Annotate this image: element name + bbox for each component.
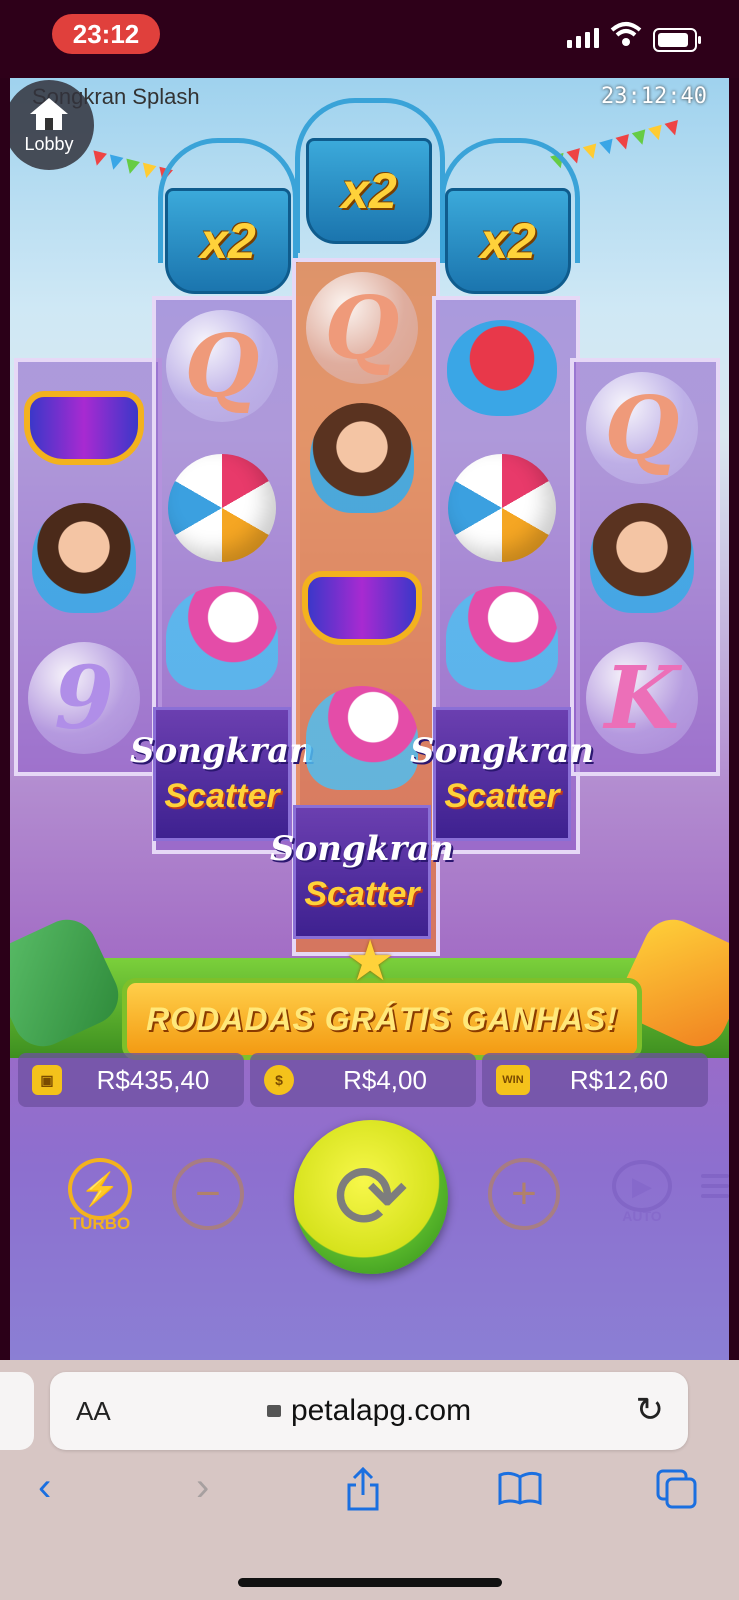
game-canvas[interactable]: Songkran Splash 23:12:40 Lobby x2 x2 x2 … (10, 78, 729, 1360)
symbol-beach-ball (162, 448, 282, 568)
win-display: WIN R$12,60 (482, 1053, 708, 1107)
minus-icon: − (195, 1169, 221, 1218)
symbol-unicorn-float (442, 578, 562, 698)
wifi-icon (610, 22, 642, 46)
plus-icon: + (511, 1169, 537, 1218)
balance-value: R$435,40 (96, 1064, 210, 1095)
scatter-label: Scatter (304, 874, 420, 913)
scatter-title: Songkran (130, 730, 314, 771)
lobby-button[interactable]: Lobby (10, 80, 94, 170)
browser-toolbar: AA petalapg.com ↻ ‹ › (0, 1360, 739, 1600)
play-icon: ▶ (612, 1160, 672, 1212)
symbol-scatter: Songkran Scatter (130, 707, 314, 841)
symbol-bubble-k: K (582, 638, 702, 758)
symbol-bubble-q: Q (582, 368, 702, 488)
symbol-beach-ball (442, 448, 562, 568)
turbo-label: TURBO (69, 1214, 131, 1233)
lobby-label: Lobby (24, 133, 74, 154)
multiplier-bucket: x2 (165, 188, 291, 294)
increase-bet-button[interactable]: + (488, 1158, 560, 1230)
forward-icon[interactable]: › (196, 1465, 209, 1510)
scatter-label: Scatter (444, 776, 560, 815)
symbol-girl-winking (582, 498, 702, 618)
multiplier-bucket: x2 (445, 188, 571, 294)
home-icon (30, 97, 68, 130)
symbol-letter: Q (324, 277, 400, 379)
auto-spin-button[interactable]: ▶ AUTO (610, 1160, 674, 1224)
multiplier-value: x2 (200, 213, 256, 269)
browser-nav-row: ‹ › (0, 1465, 739, 1525)
battery-icon (653, 28, 701, 52)
symbol-scatter: Songkran Scatter (270, 805, 454, 939)
scatter-label: Scatter (164, 776, 280, 815)
symbol-man-water-gun (24, 498, 144, 618)
bet-value: R$4,00 (343, 1064, 427, 1095)
symbol-bubble-9: 9 (24, 638, 144, 758)
symbol-glasses (24, 368, 144, 488)
bet-display: $ R$4,00 (250, 1053, 476, 1107)
symbol-letter: Q (604, 377, 680, 479)
symbol-letter: 9 (54, 647, 114, 749)
menu-button[interactable] (700, 1174, 729, 1198)
symbol-glasses (302, 548, 422, 668)
home-indicator (238, 1578, 502, 1587)
game-clock: 23:12:40 (601, 84, 707, 109)
previous-tab-preview[interactable] (0, 1372, 34, 1450)
address-bar[interactable]: AA petalapg.com ↻ (50, 1372, 688, 1450)
reload-icon[interactable]: ↻ (636, 1390, 665, 1430)
symbol-unicorn-float (302, 678, 422, 798)
multiplier-bucket: x2 (306, 138, 432, 244)
balance-display: ▣ R$435,40 (18, 1053, 244, 1107)
lightning-icon: ⚡ (68, 1158, 132, 1220)
back-icon[interactable]: ‹ (38, 1465, 51, 1510)
status-bar: 23:12 (0, 0, 739, 78)
auto-label: AUTO (622, 1208, 662, 1224)
lock-icon (266, 1405, 281, 1417)
symbol-scatter: Songkran Scatter (410, 707, 594, 841)
win-icon: WIN (496, 1065, 530, 1095)
coins-icon: $ (264, 1065, 294, 1095)
tabs-icon[interactable] (656, 1469, 698, 1509)
symbol-girl-winking (302, 398, 422, 518)
symbol-water-bowl (442, 308, 562, 428)
win-value: R$12,60 (569, 1064, 669, 1095)
banner-text: RODADAS GRÁTIS GANHAS! (146, 1000, 618, 1037)
symbol-unicorn-float (162, 578, 282, 698)
scatter-title: Songkran (270, 828, 454, 869)
url-text: petalapg.com (290, 1394, 472, 1427)
multiplier-value: x2 (480, 213, 536, 269)
multiplier-value: x2 (341, 163, 397, 219)
symbol-letter: K (604, 647, 680, 749)
wallet-icon: ▣ (32, 1065, 62, 1095)
symbol-letter: Q (184, 315, 260, 417)
symbol-bubble-q: Q (162, 306, 282, 426)
status-time: 23:12 (52, 14, 160, 54)
refresh-arrows-icon: ⟳ (333, 1147, 409, 1248)
symbol-bubble-q: Q (302, 268, 422, 388)
star-icon: ★ (345, 929, 396, 992)
cellular-signal-icon (567, 28, 599, 48)
spin-button[interactable]: ⟳ (294, 1120, 448, 1274)
share-icon[interactable] (346, 1467, 380, 1511)
decrease-bet-button[interactable]: − (172, 1158, 244, 1230)
scatter-title: Songkran (410, 730, 594, 771)
bookmarks-icon[interactable] (498, 1471, 542, 1505)
turbo-button[interactable]: ⚡ TURBO (62, 1158, 138, 1234)
